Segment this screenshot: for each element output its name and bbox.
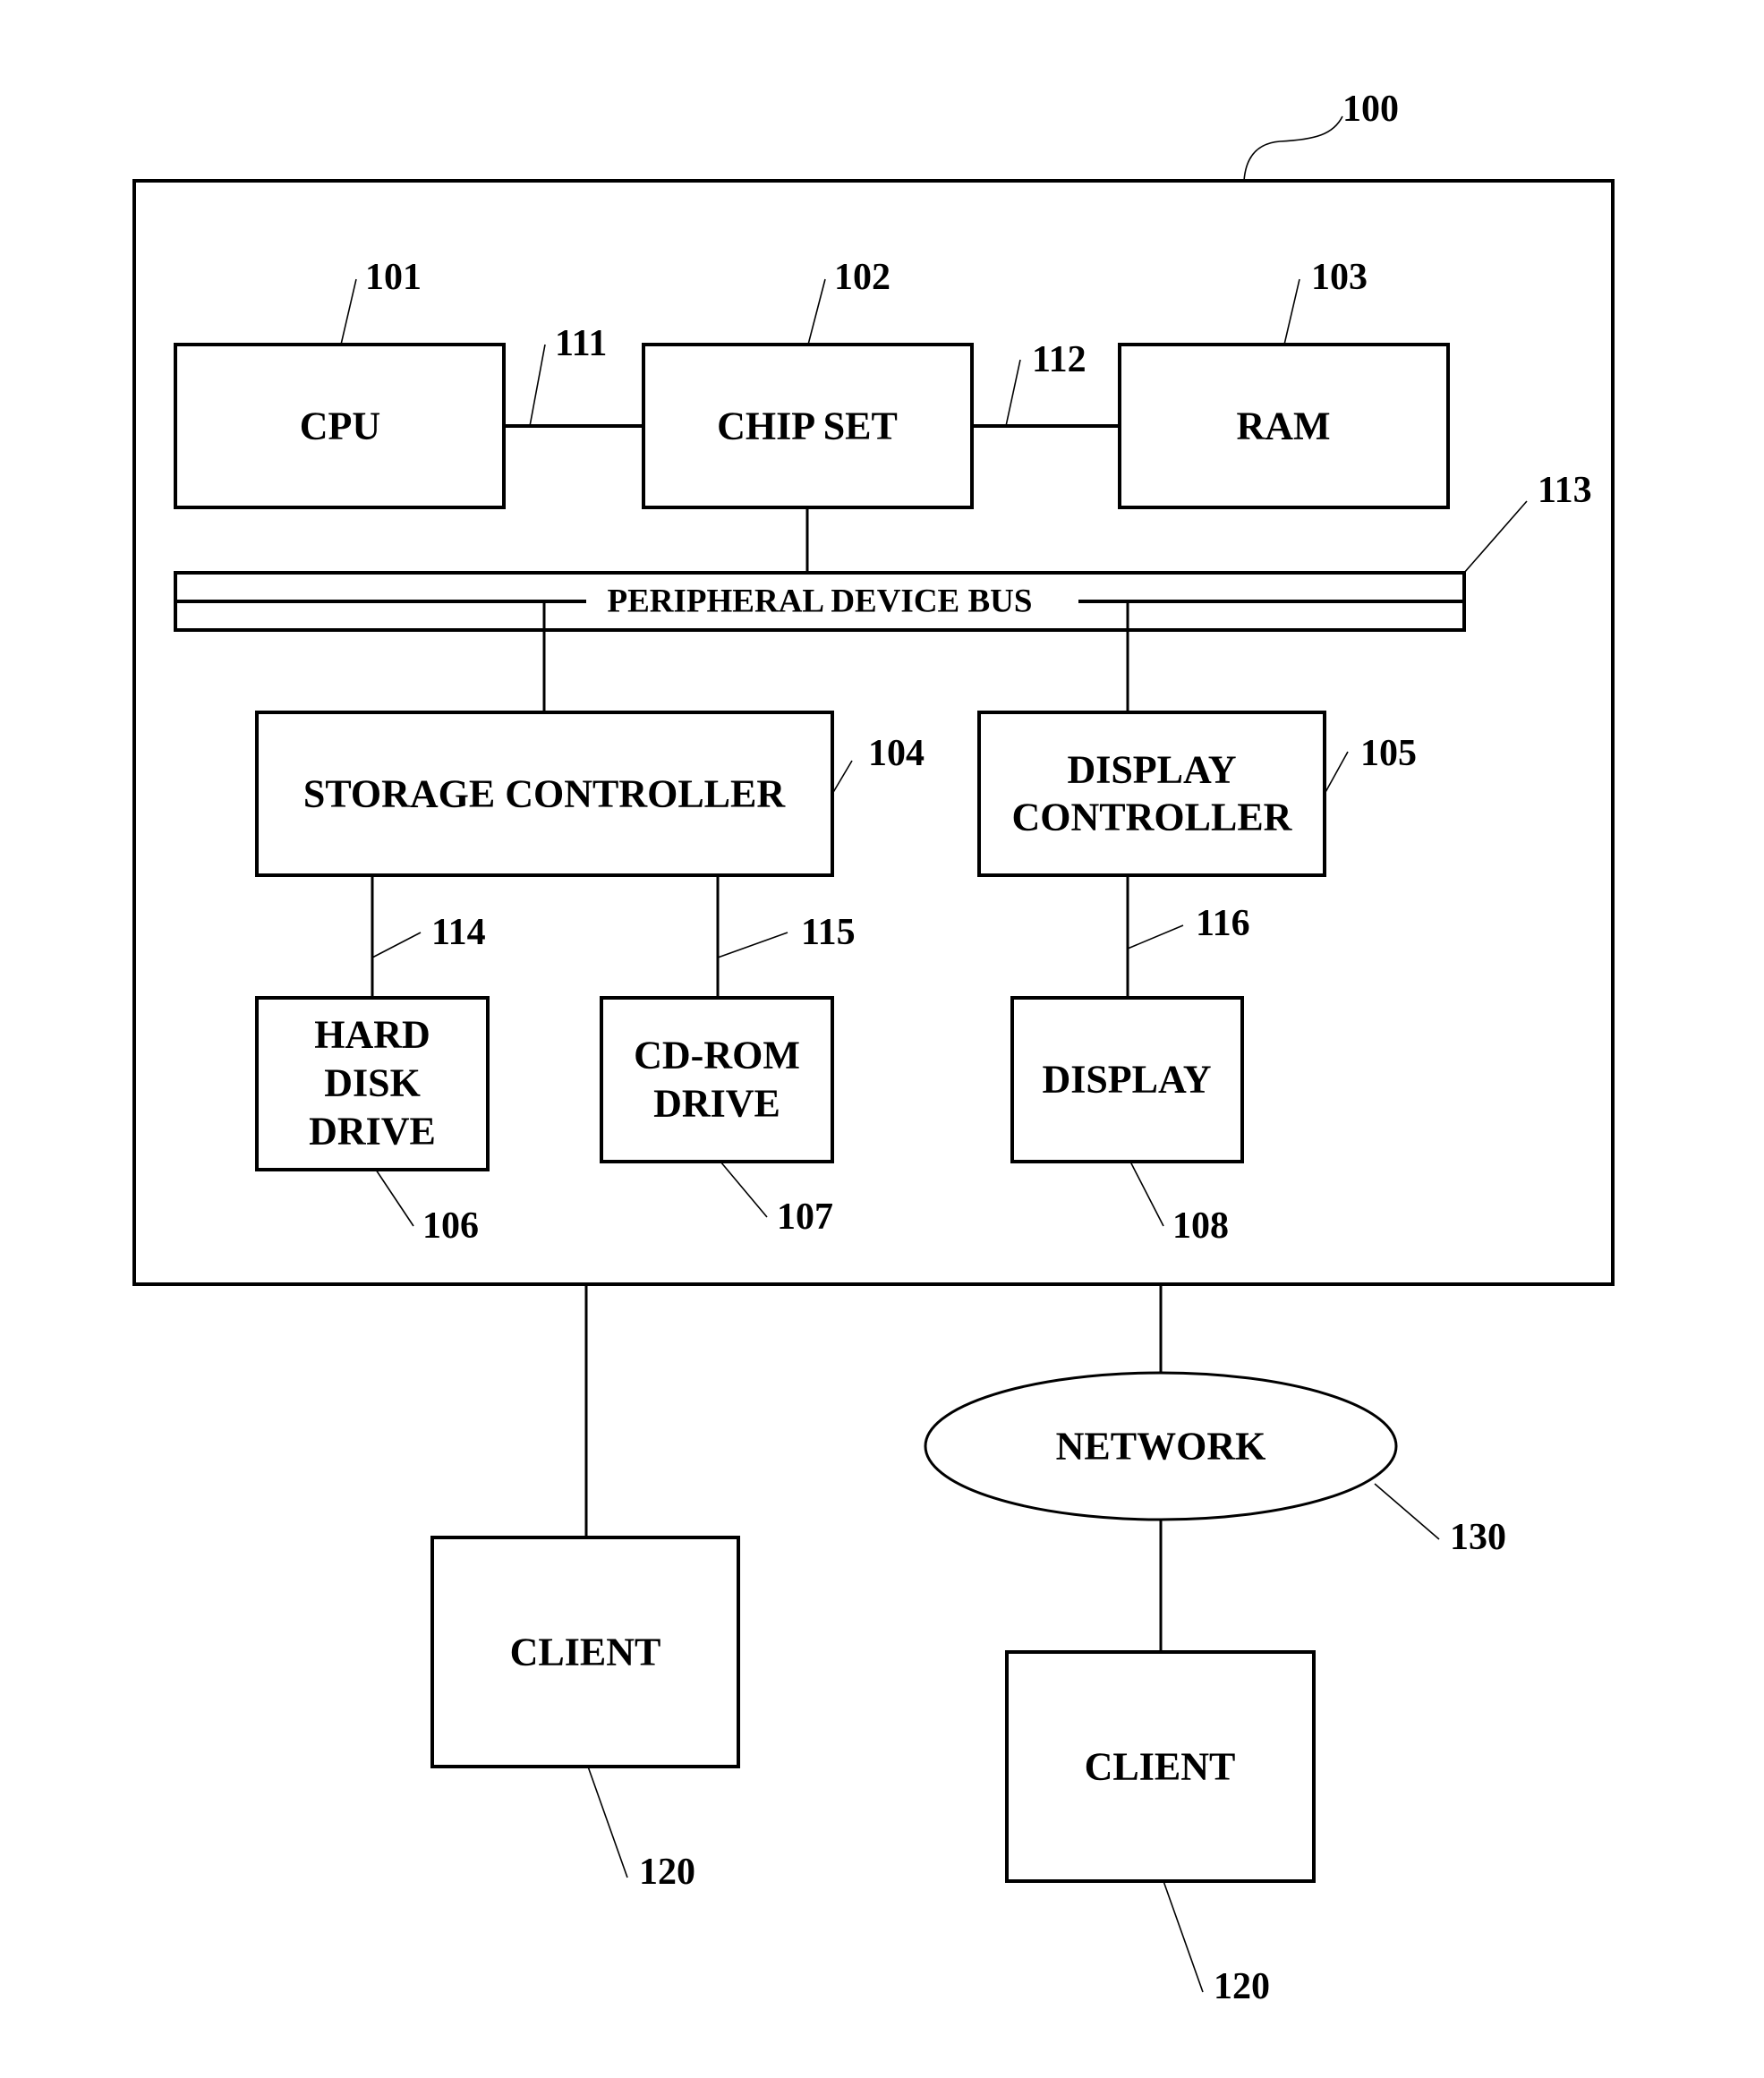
client-2-ref: 120 [1214, 1966, 1270, 2007]
link-112-ref: 112 [1032, 339, 1087, 380]
ram-ref-leader [1283, 278, 1300, 345]
network-ref-leader [1374, 1483, 1440, 1540]
storage-controller-label: STORAGE CONTROLLER [303, 772, 787, 816]
bus-ref-leader [1463, 500, 1528, 574]
cpu-ref: 101 [365, 257, 422, 298]
cpu-label: CPU [300, 405, 380, 448]
hard-disk-label-line1: HARD [314, 1013, 430, 1057]
display-controller-label-line1: DISPLAY [1067, 748, 1236, 792]
chipset-ref: 102 [834, 257, 891, 298]
link-111-leader [529, 344, 546, 427]
cdrom-block: CD-ROM DRIVE 107 [600, 996, 834, 1238]
network-block: NETWORK 130 [924, 1371, 1506, 1558]
hard-disk-label-line2: DISK [324, 1061, 421, 1105]
chipset-ref-leader [807, 278, 826, 345]
link-112-leader [1005, 359, 1021, 427]
system-ref-leader [1243, 115, 1343, 182]
storage-controller-block: STORAGE CONTROLLER 104 [255, 711, 925, 877]
display-block: DISPLAY 108 [1010, 996, 1244, 1247]
cpu-block: CPU 101 [174, 257, 506, 509]
cdrom-ref: 107 [777, 1197, 833, 1238]
client-1-label: CLIENT [510, 1631, 661, 1674]
storage-cdrom-link: 115 [716, 875, 856, 998]
storage-controller-ref-leader [831, 760, 853, 795]
system-ref: 100 [1342, 89, 1399, 130]
hard-disk-ref-leader [375, 1169, 414, 1227]
link-115-leader [717, 932, 788, 958]
ram-label: RAM [1236, 405, 1330, 448]
cpu-ref-leader [340, 278, 357, 345]
display-ref: 108 [1172, 1205, 1229, 1247]
cdrom-box [600, 996, 834, 1163]
storage-controller-ref: 104 [868, 733, 925, 774]
display-controller-ref: 105 [1360, 733, 1417, 774]
cpu-chipset-link: 111 [504, 323, 643, 428]
display-controller-label-line2: CONTROLLER [1012, 796, 1293, 839]
link-114-leader [371, 932, 422, 958]
storage-hdd-link: 114 [371, 875, 486, 998]
link-111-ref: 111 [555, 323, 607, 364]
chipset-label: CHIP SET [717, 405, 898, 448]
client-1-ref: 120 [639, 1852, 695, 1893]
chipset-block: CHIP SET 102 [642, 257, 974, 509]
client-2-ref-leader [1163, 1880, 1204, 1993]
display-label: DISPLAY [1042, 1058, 1211, 1102]
network-label: NETWORK [1056, 1425, 1266, 1469]
displayctrl-display-link: 116 [1126, 875, 1250, 998]
network-ref: 130 [1450, 1517, 1506, 1558]
cdrom-ref-leader [720, 1161, 768, 1218]
client-2-label: CLIENT [1085, 1745, 1236, 1789]
display-controller-ref-leader [1324, 751, 1349, 795]
bus-label: PERIPHERAL DEVICE BUS [608, 583, 1033, 620]
client-1-ref-leader [587, 1766, 628, 1878]
hard-disk-ref: 106 [422, 1205, 479, 1247]
client-2-block: CLIENT 120 [1005, 1650, 1316, 2007]
link-115-ref: 115 [801, 912, 856, 953]
cdrom-label-line2: DRIVE [653, 1082, 780, 1126]
display-controller-box [977, 711, 1326, 877]
bus-ref: 113 [1538, 470, 1592, 511]
display-ref-leader [1129, 1161, 1164, 1227]
client-1-block: CLIENT 120 [430, 1536, 740, 1893]
computer-system-diagram: 100 CPU 101 111 CHIP SET 102 112 RAM 103 [132, 89, 1615, 2007]
chipset-ram-link: 112 [972, 339, 1120, 428]
display-controller-block: DISPLAY CONTROLLER 105 [977, 711, 1417, 877]
ram-block: RAM 103 [1118, 257, 1450, 509]
link-116-ref: 116 [1196, 903, 1250, 944]
hard-disk-block: HARD DISK DRIVE 106 [255, 996, 490, 1247]
link-114-ref: 114 [431, 912, 486, 953]
ram-ref: 103 [1311, 257, 1368, 298]
cdrom-label-line1: CD-ROM [634, 1034, 800, 1077]
link-116-leader [1127, 924, 1184, 950]
hard-disk-label-line3: DRIVE [309, 1110, 436, 1154]
